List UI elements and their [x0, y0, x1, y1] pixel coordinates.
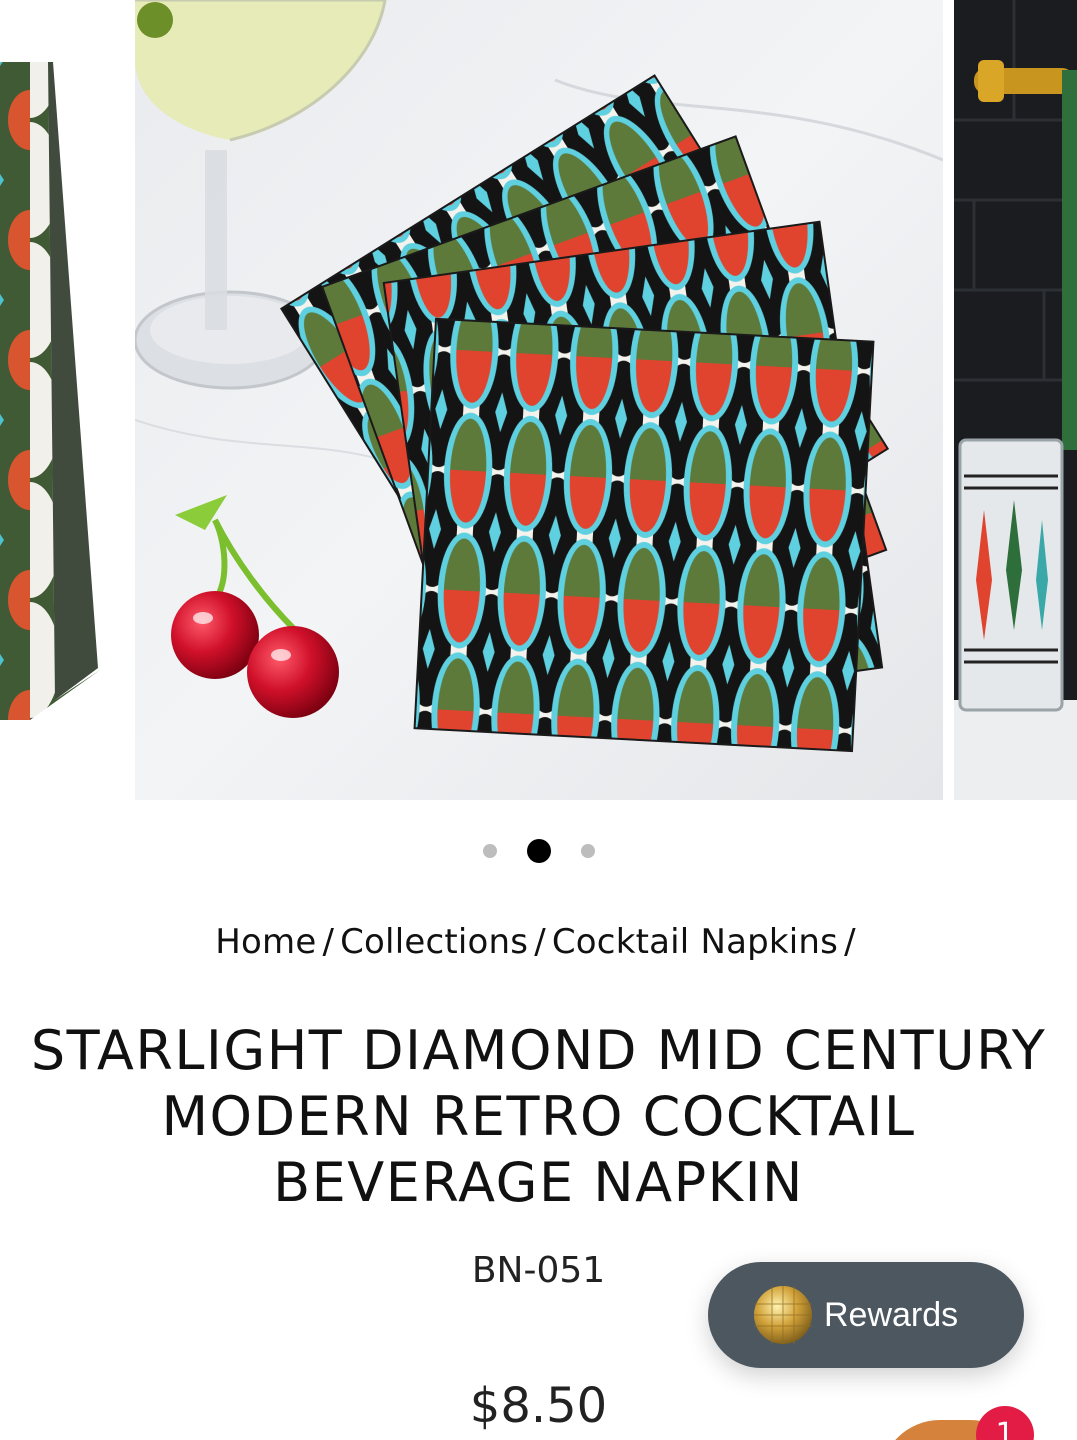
rewards-label: Rewards	[824, 1295, 959, 1334]
carousel-dot-1[interactable]	[482, 844, 497, 858]
breadcrumb-separator: /	[844, 922, 856, 962]
carousel-slide-next[interactable]	[954, 0, 1077, 800]
breadcrumb-collections-link[interactable]: Collections	[340, 922, 528, 962]
carousel-slide-previous[interactable]	[0, 0, 125, 800]
carousel-dot-2[interactable]	[526, 839, 551, 863]
breadcrumb-cocktail-napkins-link[interactable]: Cocktail Napkins	[552, 922, 838, 962]
breadcrumb: Home / Collections / Cocktail Napkins /	[0, 922, 1077, 962]
disco-ball-icon	[754, 1286, 812, 1344]
carousel-dot-3[interactable]	[580, 844, 595, 858]
carousel-slide-main[interactable]	[135, 0, 943, 800]
product-page: Home / Collections / Cocktail Napkins / STARL…	[0, 0, 1077, 1440]
breadcrumb-separator: /	[322, 922, 335, 962]
rewards-button[interactable]: Rewards	[708, 1262, 1024, 1368]
breadcrumb-home-link[interactable]: Home	[215, 922, 316, 962]
carousel-pagination	[0, 838, 1077, 864]
product-title: STARLIGHT DIAMOND MID CENTURY MODERN RET…	[30, 1019, 1047, 1214]
breadcrumb-separator: /	[534, 922, 546, 962]
product-image-carousel[interactable]	[0, 0, 1077, 800]
